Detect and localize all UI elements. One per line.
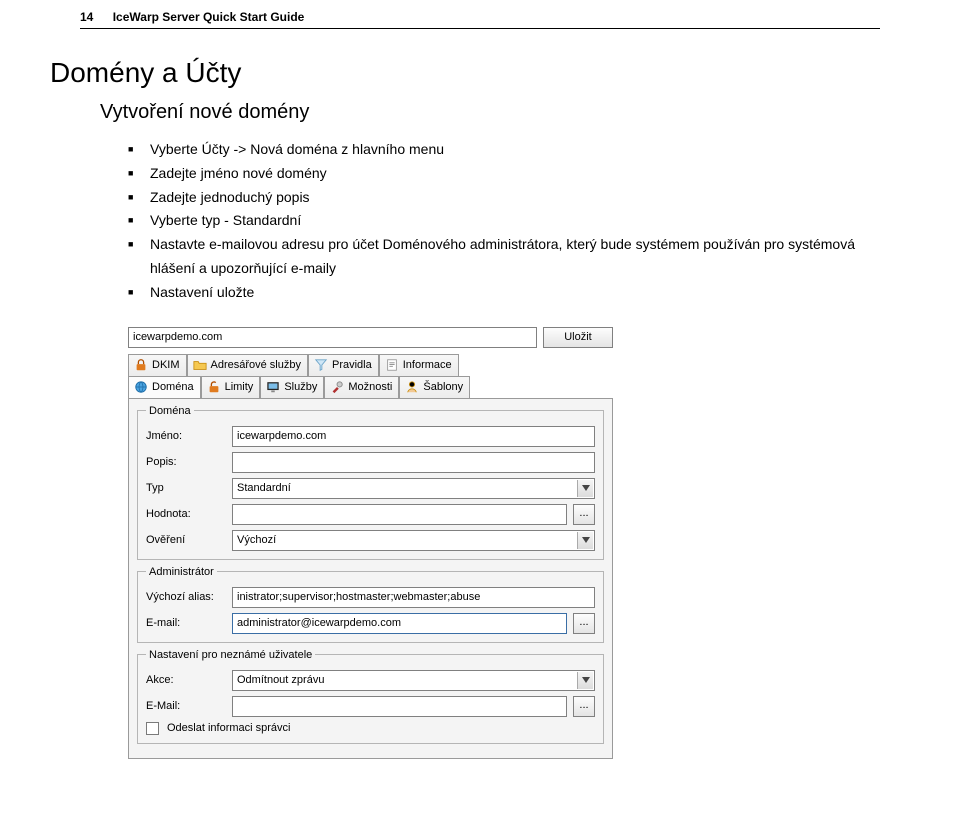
- popis-input[interactable]: [232, 452, 595, 473]
- overeni-combo[interactable]: Výchozí: [232, 530, 595, 551]
- tab-label: Služby: [284, 381, 317, 393]
- typ-combo[interactable]: Standardní: [232, 478, 595, 499]
- tools-icon: [330, 380, 344, 394]
- bullet-item: Vyberte typ - Standardní: [128, 209, 880, 233]
- doc-title: IceWarp Server Quick Start Guide: [113, 10, 305, 24]
- hodnota-browse-button[interactable]: ...: [573, 504, 595, 525]
- group-domena: Doména Jméno: icewarpdemo.com Popis: Typ…: [137, 405, 604, 560]
- hodnota-input[interactable]: [232, 504, 567, 525]
- tab-dkim[interactable]: DKIM: [128, 354, 187, 376]
- group-administrator: Administrátor Výchozí alias: inistrator;…: [137, 566, 604, 643]
- folder-icon: [193, 358, 207, 372]
- page-number: 14: [80, 10, 93, 24]
- admin-email-browse-button[interactable]: ...: [573, 613, 595, 634]
- group-unknown-users: Nastavení pro neznámé uživatele Akce: Od…: [137, 649, 604, 744]
- funnel-icon: [314, 358, 328, 372]
- bullet-item: Nastavení uložte: [128, 281, 880, 305]
- tab-label: Možnosti: [348, 381, 392, 393]
- tab-sluzby[interactable]: Služby: [260, 376, 324, 398]
- hodnota-label: Hodnota:: [146, 508, 226, 520]
- tab-label: Šablony: [423, 381, 463, 393]
- globe-icon: [134, 380, 148, 394]
- chevron-down-icon: [577, 480, 593, 497]
- akce-combo[interactable]: Odmítnout zprávu: [232, 670, 595, 691]
- tab-strip: DKIM Adresářové služby Pravidla Informac…: [128, 354, 613, 398]
- bullet-item: Vyberte Účty -> Nová doména z hlavního m…: [128, 138, 880, 162]
- bullet-item: Zadejte jednoduchý popis: [128, 186, 880, 210]
- tab-label: Informace: [403, 359, 452, 371]
- tab-adresarove-sluzby[interactable]: Adresářové služby: [187, 354, 309, 376]
- info-icon: [385, 358, 399, 372]
- tab-moznosti[interactable]: Možnosti: [324, 376, 399, 398]
- tab-label: DKIM: [152, 359, 180, 371]
- tab-domena[interactable]: Doména: [128, 376, 201, 398]
- akce-label: Akce:: [146, 674, 226, 686]
- overeni-label: Ověření: [146, 534, 226, 546]
- tab-pravidla[interactable]: Pravidla: [308, 354, 379, 376]
- unknown-email-label: E-Mail:: [146, 700, 226, 712]
- unknown-email-input[interactable]: [232, 696, 567, 717]
- bullet-item: Zadejte jméno nové domény: [128, 162, 880, 186]
- unknown-email-browse-button[interactable]: ...: [573, 696, 595, 717]
- akce-value: Odmítnout zprávu: [237, 674, 324, 686]
- odeslat-checkbox[interactable]: [146, 722, 159, 735]
- heading-2: Vytvoření nové domény: [100, 101, 880, 124]
- jmeno-label: Jméno:: [146, 430, 226, 442]
- tab-label: Pravidla: [332, 359, 372, 371]
- tab-content: Doména Jméno: icewarpdemo.com Popis: Typ…: [128, 398, 613, 759]
- lock-open-icon: [207, 380, 221, 394]
- tab-label: Doména: [152, 381, 194, 393]
- overeni-value: Výchozí: [237, 534, 276, 546]
- user-icon: [405, 380, 419, 394]
- page-header: 14 IceWarp Server Quick Start Guide: [80, 10, 880, 29]
- tab-limity[interactable]: Limity: [201, 376, 261, 398]
- chevron-down-icon: [577, 672, 593, 689]
- group-legend: Nastavení pro neznámé uživatele: [146, 649, 315, 661]
- heading-1: Domény a Účty: [50, 57, 880, 89]
- domain-settings-panel: icewarpdemo.com Uložit DKIM Adresářové s…: [128, 327, 613, 759]
- alias-input[interactable]: inistrator;supervisor;hostmaster;webmast…: [232, 587, 595, 608]
- admin-email-input[interactable]: administrator@icewarpdemo.com: [232, 613, 567, 634]
- bullet-list: Vyberte Účty -> Nová doména z hlavního m…: [80, 138, 880, 305]
- lock-icon: [134, 358, 148, 372]
- bullet-item: Nastavte e-mailovou adresu pro účet Domé…: [128, 233, 880, 281]
- tab-label: Adresářové služby: [211, 359, 302, 371]
- typ-value: Standardní: [237, 482, 291, 494]
- tab-informace[interactable]: Informace: [379, 354, 459, 376]
- tab-label: Limity: [225, 381, 254, 393]
- odeslat-label: Odeslat informaci správci: [167, 722, 291, 734]
- popis-label: Popis:: [146, 456, 226, 468]
- admin-email-label: E-mail:: [146, 617, 226, 629]
- chevron-down-icon: [577, 532, 593, 549]
- tab-sablony[interactable]: Šablony: [399, 376, 470, 398]
- alias-label: Výchozí alias:: [146, 591, 226, 603]
- group-legend: Administrátor: [146, 566, 217, 578]
- save-button[interactable]: Uložit: [543, 327, 613, 348]
- typ-label: Typ: [146, 482, 226, 494]
- domain-name-top-input[interactable]: icewarpdemo.com: [128, 327, 537, 348]
- monitor-icon: [266, 380, 280, 394]
- jmeno-input[interactable]: icewarpdemo.com: [232, 426, 595, 447]
- group-legend: Doména: [146, 405, 194, 417]
